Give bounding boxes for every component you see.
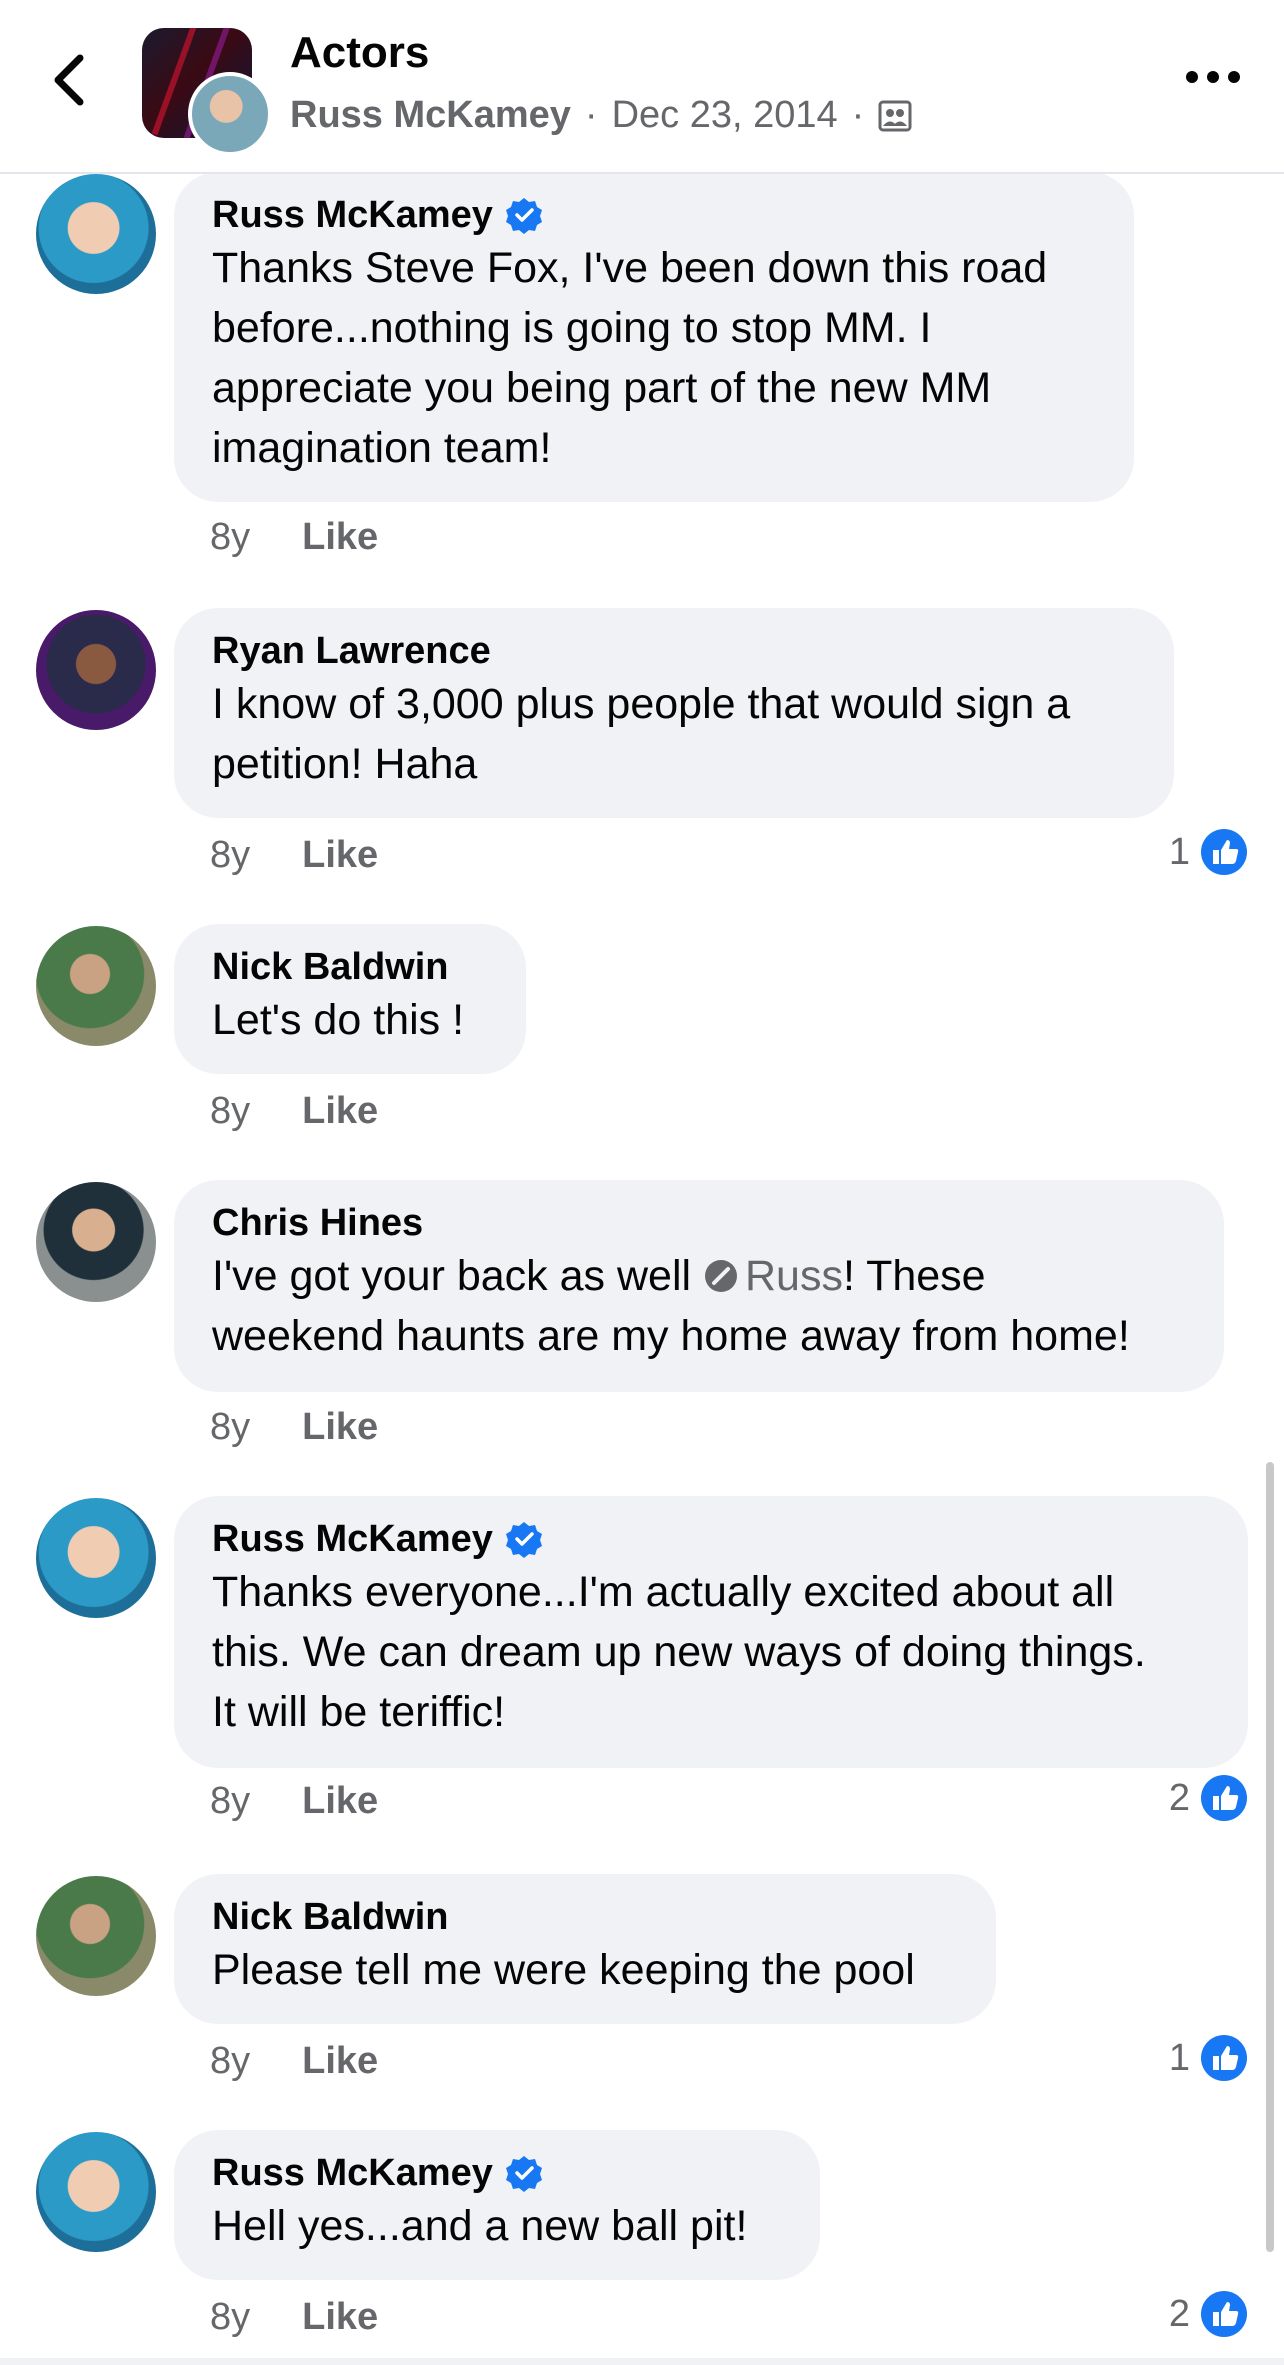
reaction-summary[interactable]: 1 bbox=[1169, 828, 1248, 876]
avatar[interactable] bbox=[36, 1498, 156, 1618]
comment-meta: 8y Like bbox=[210, 1090, 378, 1133]
comment-age: 8y bbox=[210, 1406, 251, 1448]
scrollbar[interactable] bbox=[1266, 1462, 1274, 2252]
commenter-name[interactable]: Chris Hines bbox=[212, 1200, 423, 1246]
author-avatar[interactable] bbox=[188, 72, 272, 156]
comment-age: 8y bbox=[210, 2296, 251, 2338]
comment-age: 8y bbox=[210, 834, 251, 876]
post-author[interactable]: Russ McKamey bbox=[290, 94, 571, 137]
reaction-count: 1 bbox=[1168, 830, 1190, 873]
chevron-left-icon[interactable] bbox=[44, 52, 96, 108]
post-subtitle: Russ McKamey · Dec 23, 2014 · bbox=[290, 94, 912, 137]
comment-bubble[interactable]: Nick Baldwin Please tell me were keeping… bbox=[174, 1874, 996, 2024]
reaction-summary[interactable]: 2 bbox=[1169, 1774, 1248, 1822]
commenter-name[interactable]: Nick Baldwin bbox=[212, 944, 449, 990]
commenter-name[interactable]: Russ McKamey bbox=[212, 192, 493, 238]
more-dots-icon[interactable] bbox=[1184, 62, 1242, 92]
thumbs-up-icon bbox=[1201, 2035, 1247, 2081]
comment-bubble[interactable]: Russ McKamey Hell yes...and a new ball p… bbox=[174, 2130, 820, 2280]
group-title[interactable]: Actors bbox=[290, 28, 429, 78]
avatar[interactable] bbox=[36, 2132, 156, 2252]
commenter-name[interactable]: Russ McKamey bbox=[212, 2150, 493, 2196]
comment-age: 8y bbox=[210, 1090, 251, 1132]
comment-meta: 8y Like bbox=[210, 2296, 378, 2339]
thumbs-up-icon bbox=[1201, 1775, 1247, 1821]
reaction-count: 1 bbox=[1168, 2036, 1190, 2079]
mention-text[interactable]: Russ bbox=[745, 1252, 843, 1300]
thumbs-up-icon bbox=[1201, 2291, 1247, 2337]
comment-age: 8y bbox=[210, 2040, 251, 2082]
thumbs-up-icon bbox=[1201, 829, 1247, 875]
mention-link[interactable]: Russ bbox=[703, 1252, 843, 1300]
comment-meta: 8y Like bbox=[210, 834, 378, 877]
comment-text: Please tell me were keeping the pool bbox=[212, 1946, 915, 1994]
comment-meta: 8y Like bbox=[210, 1780, 378, 1823]
like-button[interactable]: Like bbox=[302, 1406, 378, 1449]
comment-bubble[interactable]: Russ McKamey Thanks everyone...I'm actua… bbox=[174, 1496, 1248, 1768]
commenter-name[interactable]: Nick Baldwin bbox=[212, 1894, 449, 1940]
avatar[interactable] bbox=[36, 174, 156, 294]
comment-text: Hell yes...and a new ball pit! bbox=[212, 2202, 748, 2250]
comment-age: 8y bbox=[210, 516, 251, 558]
blocked-mention-icon bbox=[705, 1260, 737, 1292]
separator: · bbox=[584, 94, 598, 136]
commenter-name[interactable]: Ryan Lawrence bbox=[212, 628, 491, 674]
comment-bubble[interactable]: Russ McKamey Thanks Steve Fox, I've been… bbox=[174, 172, 1134, 502]
like-button[interactable]: Like bbox=[302, 834, 378, 877]
like-button[interactable]: Like bbox=[302, 1090, 378, 1133]
like-button[interactable]: Like bbox=[302, 1780, 378, 1823]
comment-text-before: I've got your back as well bbox=[212, 1252, 703, 1300]
comment-meta: 8y Like bbox=[210, 516, 378, 559]
like-button[interactable]: Like bbox=[302, 2040, 378, 2083]
verified-badge-icon bbox=[505, 1522, 542, 1558]
divider bbox=[0, 2358, 1284, 2365]
post-header: Actors Russ McKamey · Dec 23, 2014 · bbox=[0, 0, 1284, 174]
separator: · bbox=[851, 94, 865, 136]
comment-text: Thanks everyone...I'm actually excited a… bbox=[212, 1568, 1146, 1736]
reaction-summary[interactable]: 1 bbox=[1169, 2034, 1248, 2082]
post-date[interactable]: Dec 23, 2014 bbox=[612, 94, 838, 137]
comment-text: I know of 3,000 plus people that would s… bbox=[212, 680, 1071, 788]
avatar[interactable] bbox=[36, 926, 156, 1046]
comment-meta: 8y Like bbox=[210, 1406, 378, 1449]
reaction-count: 2 bbox=[1168, 1776, 1190, 1819]
comment-age: 8y bbox=[210, 1780, 251, 1822]
avatar[interactable] bbox=[36, 1876, 156, 1996]
group-privacy-icon bbox=[878, 100, 912, 131]
commenter-name[interactable]: Russ McKamey bbox=[212, 1516, 493, 1562]
reaction-summary[interactable]: 2 bbox=[1169, 2290, 1248, 2338]
like-button[interactable]: Like bbox=[302, 2296, 378, 2339]
avatar[interactable] bbox=[36, 610, 156, 730]
verified-badge-icon bbox=[505, 2156, 542, 2192]
avatar[interactable] bbox=[36, 1182, 156, 1302]
comment-text: Let's do this ! bbox=[212, 996, 465, 1044]
comment-text: I've got your back as well Russ! These w… bbox=[212, 1246, 1186, 1366]
comment-bubble[interactable]: Nick Baldwin Let's do this ! bbox=[174, 924, 526, 1074]
comment-text: Thanks Steve Fox, I've been down this ro… bbox=[212, 244, 1048, 472]
verified-badge-icon bbox=[505, 198, 542, 234]
comment-meta: 8y Like bbox=[210, 2040, 378, 2083]
comment-bubble[interactable]: Ryan Lawrence I know of 3,000 plus peopl… bbox=[174, 608, 1174, 818]
comment-bubble[interactable]: Chris Hines I've got your back as well R… bbox=[174, 1180, 1224, 1392]
like-button[interactable]: Like bbox=[302, 516, 378, 559]
reaction-count: 2 bbox=[1168, 2292, 1190, 2335]
